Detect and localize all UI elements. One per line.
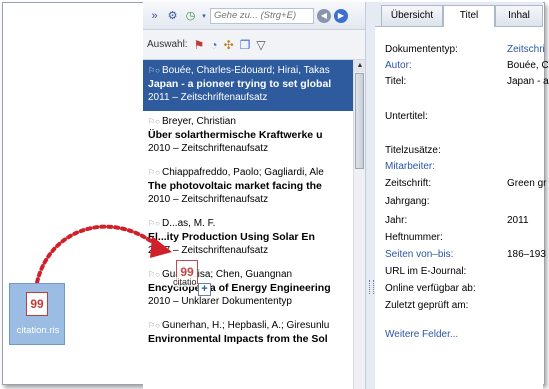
drop-plus-icon: +: [198, 283, 211, 296]
file-name: citation.ris: [16, 325, 60, 336]
drag-path-arrow: [31, 224, 172, 300]
citation-file-icon: 99: [26, 292, 48, 316]
drag-ghost-label: citatio: [173, 277, 197, 287]
desktop-file-citation[interactable]: 99 citation.ris: [9, 283, 65, 345]
